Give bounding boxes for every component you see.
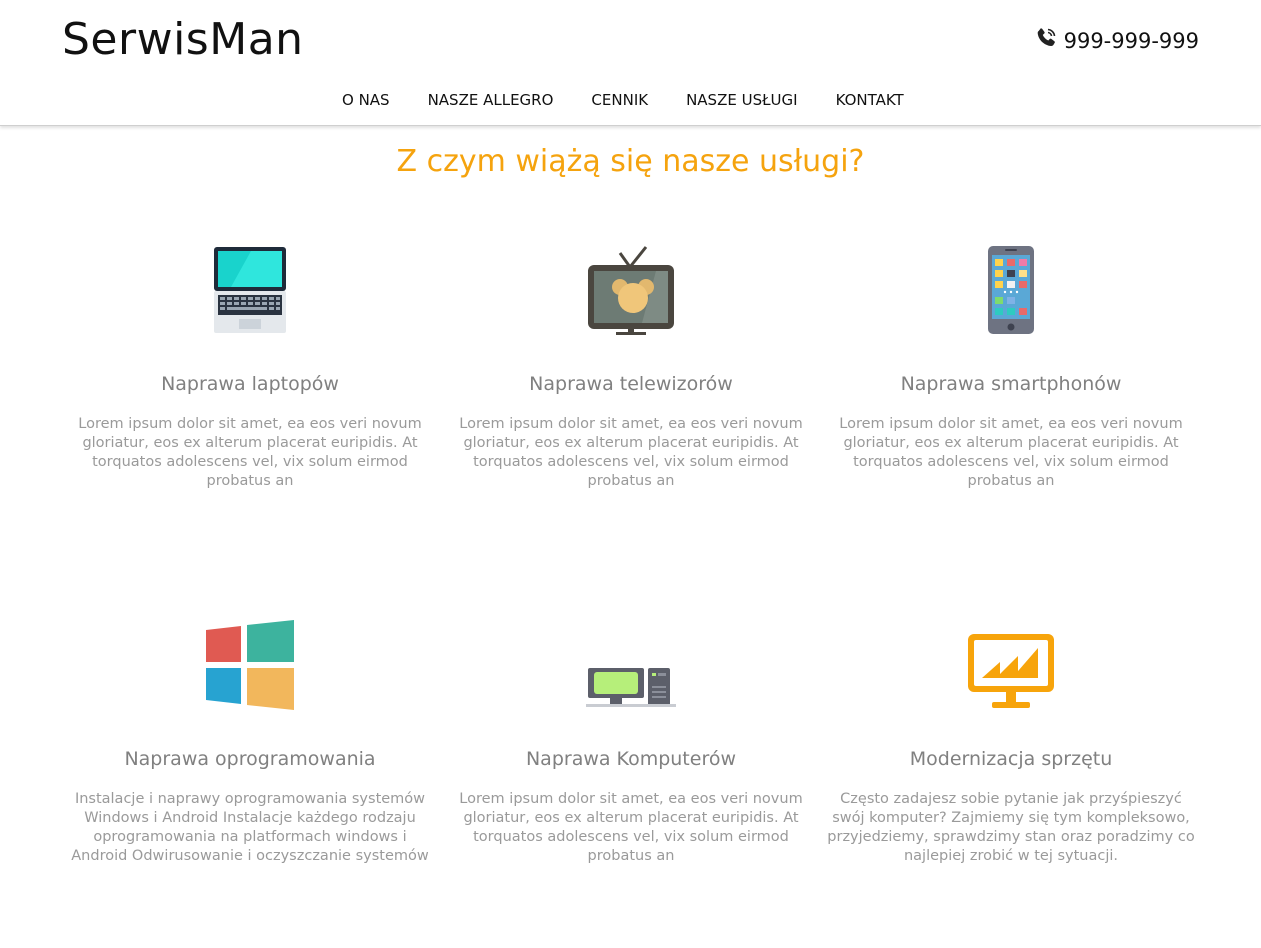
service-card-tv: Naprawa telewizorów Lorem ipsum dolor si… [441, 243, 821, 491]
service-title: Naprawa smartphonów [900, 373, 1122, 395]
site-header: SerwisMan 999-999-999 O NAS NASZE ALLEGR… [0, 0, 1261, 126]
service-description: Lorem ipsum dolor sit amet, ea eos veri … [78, 416, 422, 489]
main-nav: O NAS NASZE ALLEGRO CENNIK NASZE USŁUGI … [342, 91, 904, 109]
nav-item-cennik[interactable]: CENNIK [591, 91, 648, 109]
smartphone-icon [821, 243, 1201, 335]
service-card-software: Naprawa oprogramowania Instalacje i napr… [60, 618, 440, 866]
service-card-computers: Naprawa Komputerów Lorem ipsum dolor sit… [441, 618, 821, 866]
section-title: Z czym wiążą się nasze usługi? [396, 144, 865, 179]
service-title: Modernizacja sprzętu [909, 748, 1113, 770]
service-title: Naprawa laptopów [161, 373, 339, 395]
service-title: Naprawa oprogramowania [124, 748, 376, 770]
site-logo[interactable]: SerwisMan [62, 14, 304, 65]
service-card-laptops: Naprawa laptopów Lorem ipsum dolor sit a… [60, 243, 440, 491]
service-title: Naprawa Komputerów [525, 748, 737, 770]
service-description: Często zadajesz sobie pytanie jak przyśp… [827, 791, 1195, 864]
phone-number: 999-999-999 [1063, 28, 1199, 53]
nav-item-o-nas[interactable]: O NAS [342, 91, 390, 109]
service-description: Lorem ipsum dolor sit amet, ea eos veri … [839, 416, 1183, 489]
desktop-computer-icon [441, 618, 821, 710]
laptop-icon [60, 243, 440, 335]
service-card-upgrade: Modernizacja sprzętu Często zadajesz sob… [821, 618, 1201, 866]
service-description: Instalacje i naprawy oprogramowania syst… [71, 791, 429, 864]
windows-icon [60, 618, 440, 710]
service-description: Lorem ipsum dolor sit amet, ea eos veri … [459, 416, 803, 489]
nav-item-nasze-uslugi[interactable]: NASZE USŁUGI [686, 91, 797, 109]
service-title: Naprawa telewizorów [529, 373, 733, 395]
service-card-smartphones: Naprawa smartphonów Lorem ipsum dolor si… [821, 243, 1201, 491]
nav-item-nasze-allegro[interactable]: NASZE ALLEGRO [428, 91, 554, 109]
tv-icon [441, 243, 821, 335]
phone-icon [1034, 26, 1058, 55]
phone-contact[interactable]: 999-999-999 [1034, 26, 1199, 55]
service-description: Lorem ipsum dolor sit amet, ea eos veri … [459, 791, 803, 864]
nav-item-kontakt[interactable]: KONTAKT [836, 91, 904, 109]
chart-monitor-icon [821, 618, 1201, 710]
